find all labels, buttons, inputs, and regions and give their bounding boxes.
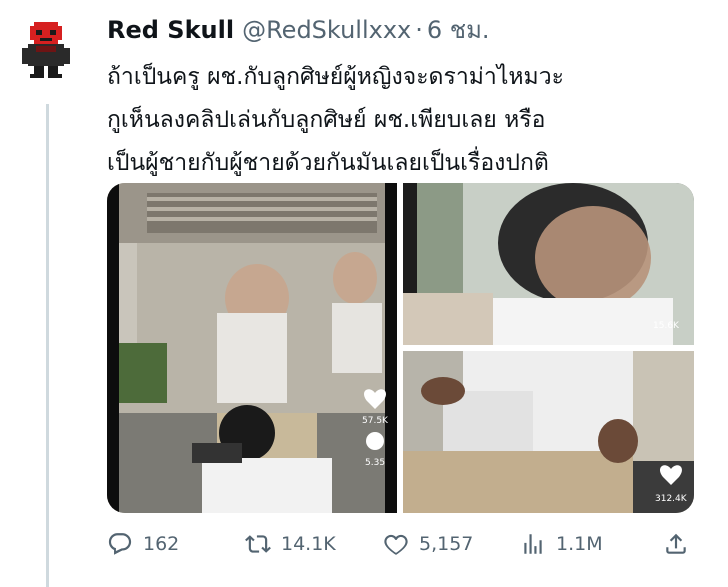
- display-name[interactable]: Red Skull: [107, 16, 234, 44]
- like-button[interactable]: 5,157: [383, 531, 473, 557]
- video-frame-image: 57.5K 5.35: [107, 183, 397, 513]
- action-bar: 162 14.1K 5,157 1.1M: [107, 526, 697, 562]
- media-image-bottom-right[interactable]: 312.4K: [403, 351, 694, 513]
- share-button[interactable]: [663, 531, 699, 557]
- retweet-button[interactable]: 14.1K: [245, 531, 336, 557]
- separator-dot: ·: [415, 16, 423, 44]
- view-count: 1.1M: [556, 533, 603, 555]
- like-count: 5,157: [419, 533, 474, 555]
- user-handle[interactable]: @RedSkullxxx: [242, 16, 411, 44]
- thread-line: [46, 104, 49, 587]
- media-image-top-right[interactable]: 15.6K: [403, 183, 694, 345]
- like-count-label: 57.5K: [362, 416, 389, 426]
- like-count-label: 312.4K: [655, 494, 688, 504]
- media-image-left[interactable]: 57.5K 5.35: [107, 183, 397, 513]
- red-skull-avatar-icon: [10, 10, 82, 82]
- reply-button[interactable]: 162: [107, 531, 179, 557]
- retweet-icon: [245, 535, 271, 553]
- retweet-count: 14.1K: [281, 533, 336, 555]
- heart-icon: [384, 534, 408, 555]
- video-frame-image: 15.6K: [403, 183, 694, 345]
- tweet-timestamp[interactable]: 6 ชม.: [427, 10, 490, 49]
- reply-count: 162: [143, 533, 180, 555]
- comment-count-label: 5.35: [365, 458, 385, 468]
- views-chart-icon: [524, 534, 542, 554]
- tweet-text-line: ถ้าเป็นครู ผช.กับลูกศิษย์ผู้หญิงจะดราม่า…: [107, 64, 564, 90]
- tweet-text: ถ้าเป็นครู ผช.กับลูกศิษย์ผู้หญิงจะดราม่า…: [107, 56, 717, 185]
- video-frame-image: 312.4K: [403, 351, 694, 513]
- reply-icon: [108, 533, 132, 555]
- tweet-text-line: กูเห็นลงคลิปเล่นกับลูกศิษย์ ผช.เพียบเลย …: [107, 107, 546, 133]
- media-grid: 57.5K 5.35 15.6K 312.4K: [107, 183, 694, 513]
- avatar[interactable]: [10, 10, 82, 82]
- views-button[interactable]: 1.1M: [520, 531, 603, 557]
- tweet-header: Red Skull @RedSkullxxx · 6 ชม.: [107, 10, 490, 44]
- share-icon: [666, 533, 686, 554]
- like-count-label: 15.6K: [653, 321, 680, 331]
- tweet-text-line: เป็นผู้ชายกับผู้ชายด้วยกันมันเลยเป็นเรื่…: [107, 150, 549, 176]
